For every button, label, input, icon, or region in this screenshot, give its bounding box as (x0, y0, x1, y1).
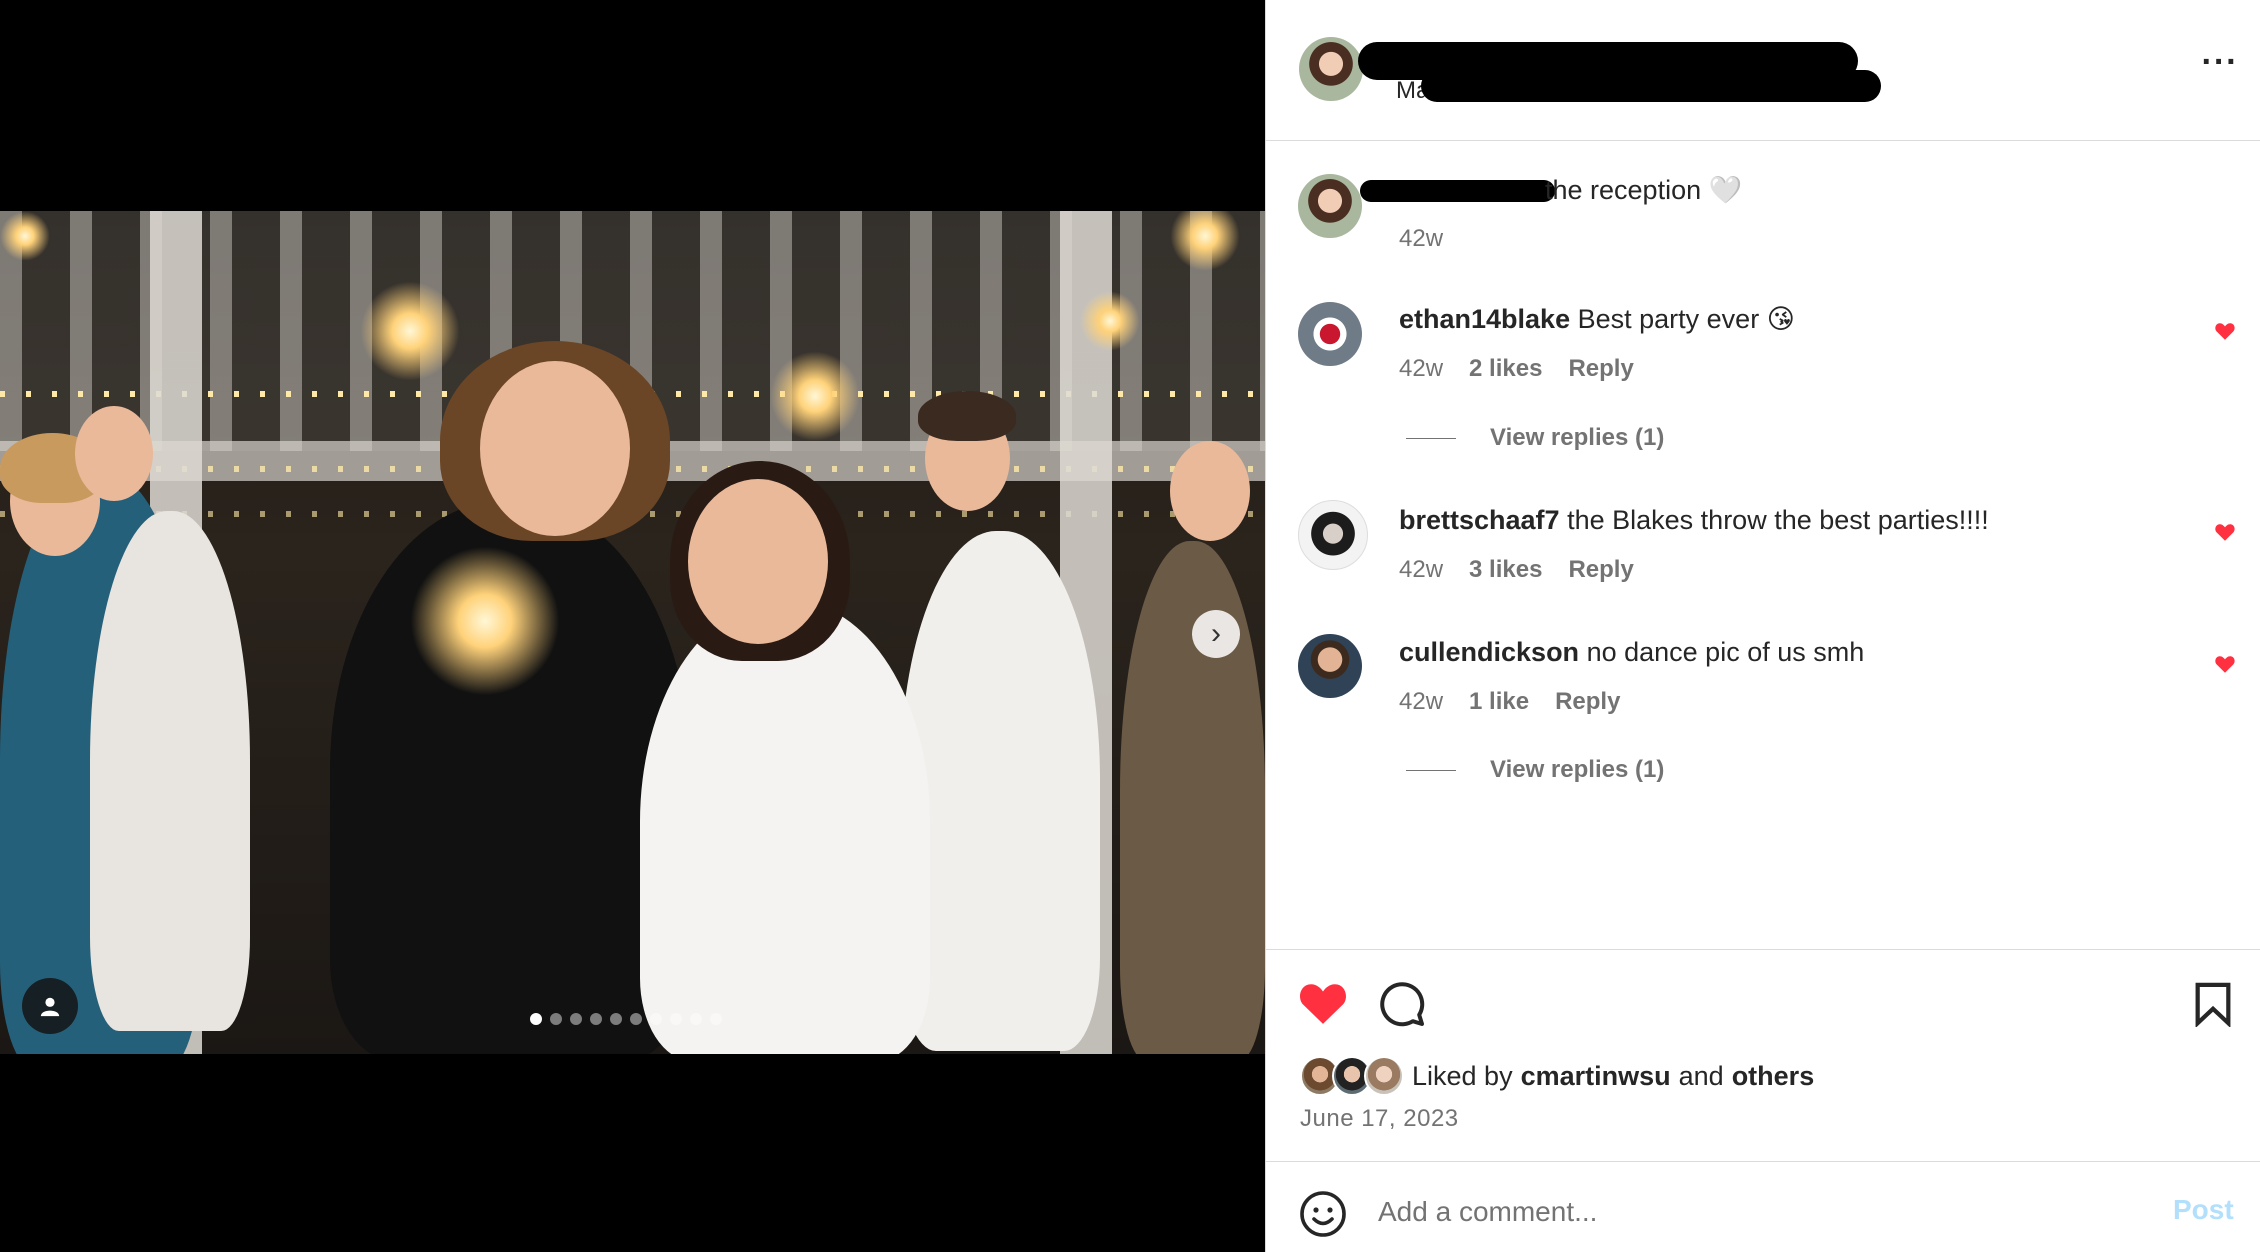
view-replies-label: View replies (1) (1490, 756, 1665, 783)
comment-like-heart-icon[interactable] (2214, 653, 2236, 675)
post-actions: Liked by cmartinwsu and others June 17, … (1265, 949, 2260, 1161)
sparkler-glow (360, 281, 460, 381)
comment-text: brettschaaf7 the Blakes throw the best p… (1399, 505, 1989, 536)
guest-figure (90, 511, 250, 1031)
carousel-next-button[interactable]: › (1192, 610, 1240, 658)
carousel-dot (710, 1013, 722, 1025)
comment-likes[interactable]: 1 like (1469, 688, 1529, 716)
guest-hair (918, 391, 1016, 441)
carousel-dot (690, 1013, 702, 1025)
carousel-dot (590, 1013, 602, 1025)
groom-head (480, 361, 630, 536)
redaction-mark (1421, 70, 1881, 102)
comment-username[interactable]: cullendickson (1399, 637, 1579, 667)
comment-likes[interactable]: 2 likes (1469, 355, 1542, 383)
carousel-dot (670, 1013, 682, 1025)
comment-like-heart-icon[interactable] (2214, 521, 2236, 543)
chevron-right-icon: › (1211, 617, 1221, 650)
heart-filled-icon[interactable] (1298, 980, 1348, 1026)
reply-button[interactable]: Reply (1568, 355, 1633, 383)
view-replies-label: View replies (1) (1490, 424, 1665, 451)
comment-time[interactable]: 42w (1399, 556, 1443, 584)
commenter-avatar[interactable] (1298, 634, 1362, 698)
post-photo[interactable] (0, 211, 1265, 1054)
comment-time[interactable]: 42w (1399, 688, 1443, 716)
bookmark-icon[interactable] (2193, 981, 2233, 1027)
liked-by-row: Liked by cmartinwsu and others (1300, 1056, 1814, 1096)
bride-figure (640, 601, 930, 1054)
smiley-icon[interactable] (1299, 1190, 1347, 1238)
comment-text: ethan14blake Best party ever 😘 (1399, 304, 1795, 335)
divider-line (1406, 437, 1456, 439)
sparkler-glow (1080, 291, 1140, 351)
comment-likes[interactable]: 3 likes (1469, 556, 1542, 584)
sparkler-glow (0, 211, 50, 261)
carousel-indicator (530, 1013, 722, 1025)
comment-meta: 42w 2 likes Reply (1399, 355, 1634, 383)
comment-meta: 42w 1 like Reply (1399, 688, 1620, 716)
reply-button[interactable]: Reply (1555, 688, 1620, 716)
comment-time[interactable]: 42w (1399, 355, 1443, 383)
liked-by-username[interactable]: cmartinwsu (1521, 1061, 1671, 1092)
post-header: Ma ··· (1266, 0, 2260, 141)
carousel-dot (530, 1013, 542, 1025)
carousel-dot (550, 1013, 562, 1025)
sparkler-glow (770, 351, 860, 441)
comment-message: Best party ever 😘 (1577, 304, 1795, 334)
carousel-dot (630, 1013, 642, 1025)
comment-input[interactable] (1378, 1184, 2078, 1240)
comment-icon[interactable] (1378, 980, 1426, 1028)
post-comment-button[interactable]: Post (2173, 1194, 2234, 1226)
liker-avatar (1364, 1056, 1404, 1096)
redaction-mark (1360, 180, 1555, 202)
carousel-dot (610, 1013, 622, 1025)
comment-username[interactable]: ethan14blake (1399, 304, 1570, 334)
caption-text: the reception 🤍 (1545, 175, 1743, 205)
user-tag-icon (40, 997, 60, 1017)
caption-time[interactable]: 42w (1399, 225, 1443, 253)
media-pane: › (0, 0, 1265, 1252)
commenter-avatar[interactable] (1298, 302, 1362, 366)
guest-figure (1120, 541, 1265, 1054)
commenter-avatar[interactable] (1298, 500, 1368, 570)
comment-username[interactable]: brettschaaf7 (1399, 505, 1560, 535)
caption-author-avatar[interactable] (1298, 174, 1362, 238)
carousel-dot (650, 1013, 662, 1025)
reply-button[interactable]: Reply (1568, 556, 1633, 584)
carousel-dot (570, 1013, 582, 1025)
guest-figure (900, 531, 1100, 1051)
more-horizontal-icon[interactable]: ··· (2196, 45, 2244, 88)
comment-text: cullendickson no dance pic of us smh (1399, 637, 1864, 668)
sparkler-glow (410, 546, 560, 696)
comment-like-heart-icon[interactable] (2214, 320, 2236, 342)
liked-by-and: and (1678, 1060, 1724, 1091)
bride-head (688, 479, 828, 644)
divider-line (1406, 769, 1456, 771)
tagged-users-button[interactable] (22, 978, 78, 1034)
view-replies-button[interactable]: View replies (1) (1406, 424, 1664, 452)
comment-message: the Blakes throw the best parties!!!! (1567, 505, 1989, 535)
add-comment-bar: Post (1265, 1161, 2260, 1252)
liked-by-avatars[interactable] (1300, 1056, 1404, 1096)
view-replies-button[interactable]: View replies (1) (1406, 756, 1664, 784)
guest-head (1170, 441, 1250, 541)
comment-message: no dance pic of us smh (1586, 637, 1865, 667)
author-avatar[interactable] (1299, 37, 1363, 101)
comment-meta: 42w 3 likes Reply (1399, 556, 1634, 584)
post-date[interactable]: June 17, 2023 (1300, 1105, 1459, 1133)
guest-head (75, 406, 153, 501)
liked-by-others[interactable]: others (1732, 1061, 1815, 1092)
liked-by-prefix: Liked by (1412, 1060, 1513, 1091)
